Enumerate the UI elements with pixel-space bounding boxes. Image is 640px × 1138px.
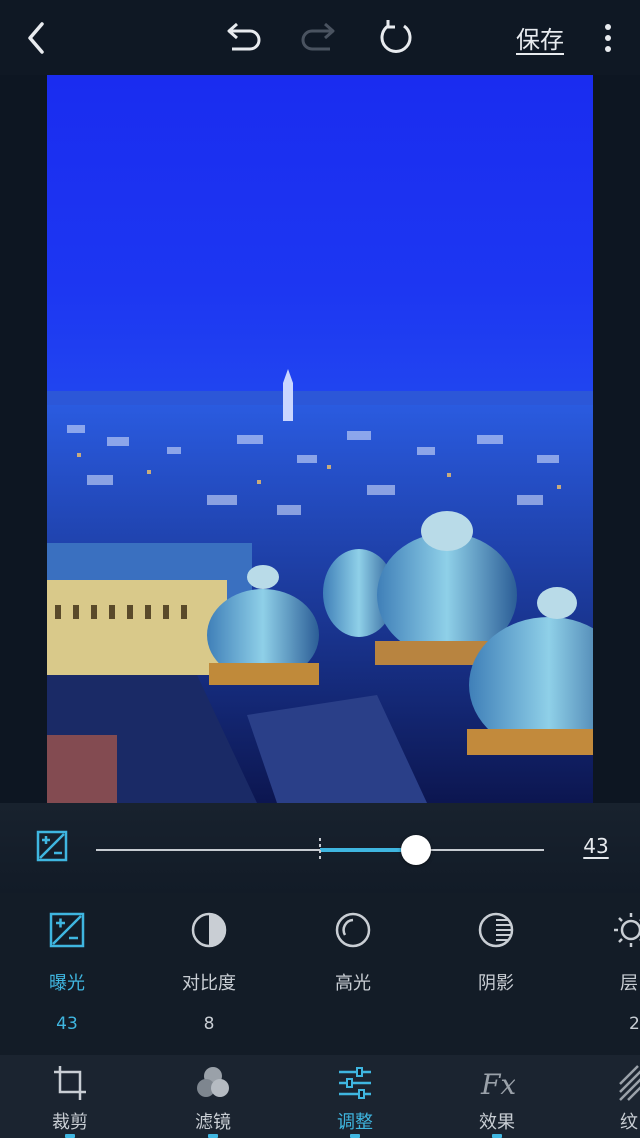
- svg-text:Fx: Fx: [480, 1068, 515, 1101]
- tool-highlights[interactable]: 高光: [298, 893, 408, 1043]
- tool-brightness[interactable]: 层 2: [585, 893, 640, 1043]
- nav-label: 裁剪: [52, 1112, 88, 1133]
- exposure-icon: [36, 830, 68, 862]
- nav-label: 效果: [479, 1112, 515, 1133]
- nav-effects[interactable]: Fx 效果: [447, 1058, 547, 1138]
- nav-label: 调整: [337, 1112, 373, 1133]
- slider-center-mark: [319, 838, 321, 862]
- nav-label: 滤镜: [195, 1112, 231, 1133]
- nav-indicator: [350, 1134, 360, 1138]
- highlights-icon: [335, 911, 371, 949]
- tool-value: 43: [56, 1014, 78, 1034]
- tool-label: 层: [620, 973, 638, 994]
- contrast-icon: [191, 911, 227, 949]
- tool-shadows[interactable]: 阴影: [441, 893, 551, 1043]
- nav-adjust[interactable]: 调整: [305, 1058, 405, 1138]
- save-button[interactable]: 保存: [516, 20, 578, 56]
- chevron-left-icon[interactable]: [18, 18, 54, 58]
- photo-preview[interactable]: [47, 75, 593, 803]
- filters-icon: [195, 1064, 231, 1102]
- nav-indicator: [492, 1134, 502, 1138]
- texture-icon: [618, 1064, 640, 1102]
- brightness-icon: [613, 911, 640, 949]
- slider-value[interactable]: 43: [576, 834, 616, 862]
- tool-value: 8: [203, 1014, 215, 1034]
- nav-indicator: [65, 1134, 75, 1138]
- crop-icon: [52, 1064, 88, 1102]
- tool-contrast[interactable]: 对比度 8: [154, 893, 264, 1043]
- tool-label: 高光: [335, 973, 371, 994]
- redo-icon[interactable]: [298, 18, 342, 58]
- nav-crop[interactable]: 裁剪: [20, 1058, 120, 1138]
- exposure-icon: [49, 911, 85, 949]
- tool-label: 阴影: [478, 973, 514, 994]
- undo-icon[interactable]: [220, 18, 264, 58]
- nav-texture[interactable]: 纹: [590, 1058, 640, 1138]
- nav-indicator: [208, 1134, 218, 1138]
- tool-value: 2: [629, 1014, 640, 1034]
- tool-exposure[interactable]: 曝光 43: [12, 893, 122, 1043]
- adjust-icon: [337, 1064, 373, 1102]
- tool-label: 曝光: [49, 973, 85, 994]
- fx-icon: Fx: [479, 1064, 516, 1102]
- reset-icon[interactable]: [374, 16, 418, 60]
- more-vertical-icon[interactable]: [596, 18, 620, 58]
- nav-filters[interactable]: 滤镜: [163, 1058, 263, 1138]
- nav-label: 纹: [620, 1112, 638, 1133]
- tool-label: 对比度: [182, 973, 236, 994]
- shadows-icon: [478, 911, 514, 949]
